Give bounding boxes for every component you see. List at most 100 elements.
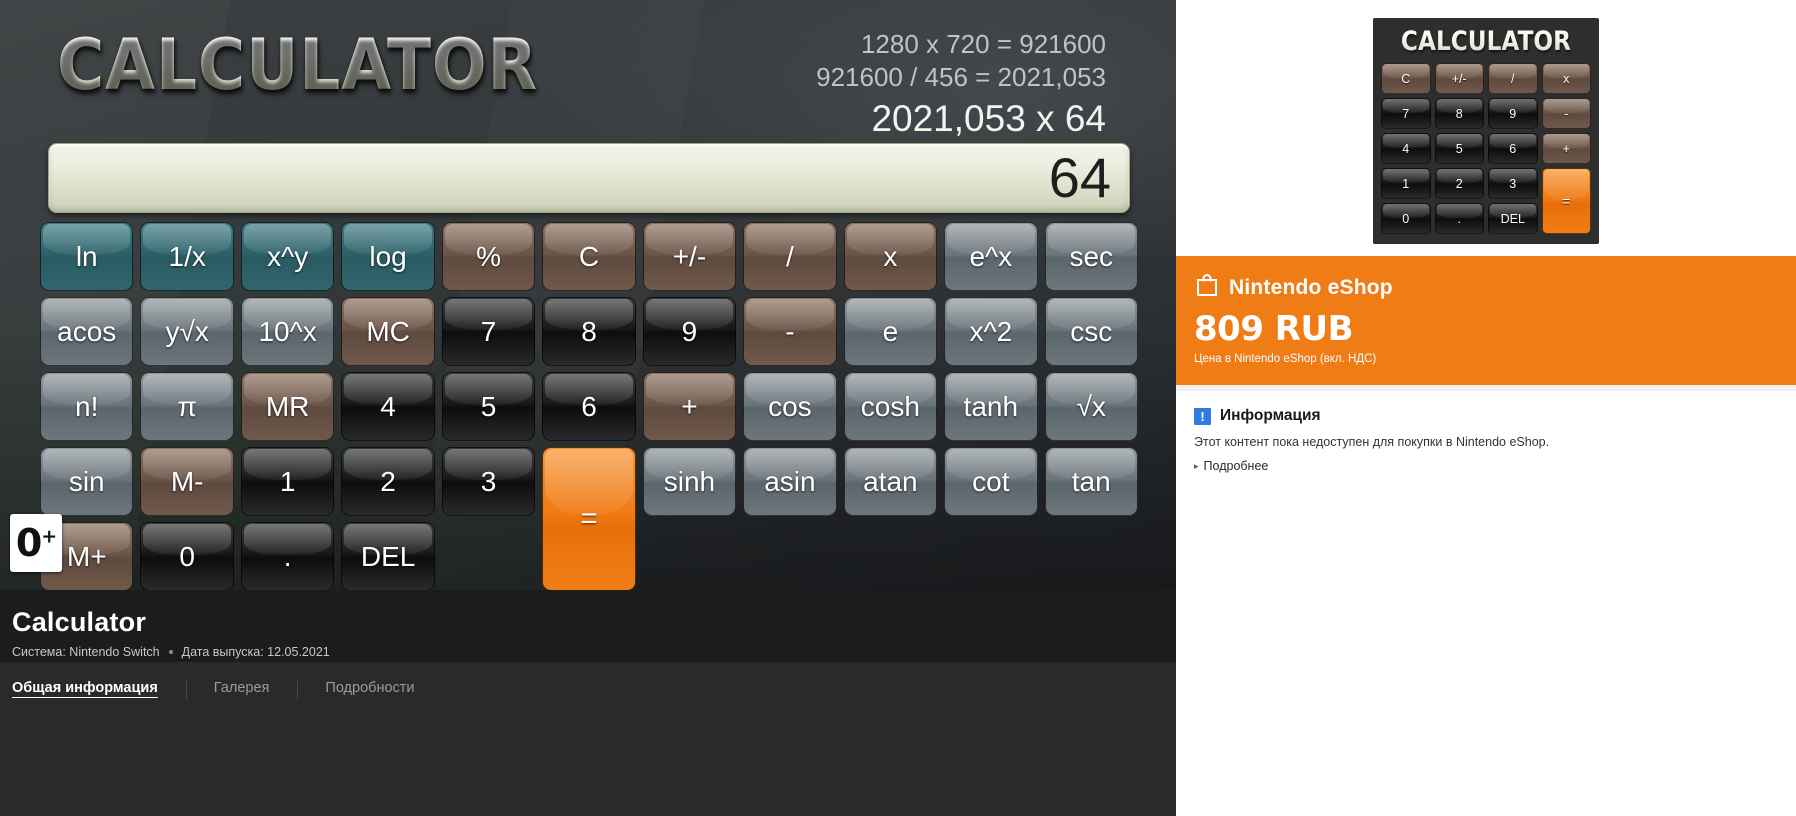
calc-key[interactable]: 7: [441, 297, 536, 366]
boxart-key: 3: [1488, 168, 1538, 199]
calc-key[interactable]: 8: [542, 297, 636, 366]
calc-key[interactable]: 2: [341, 447, 435, 516]
calc-key[interactable]: e: [843, 297, 938, 366]
calc-key[interactable]: +: [642, 372, 737, 441]
tab-2[interactable]: Подробности: [297, 680, 442, 704]
calc-key[interactable]: DEL: [341, 522, 435, 590]
information-text: Этот контент пока недоступен для покупки…: [1194, 435, 1550, 449]
calc-history-line-2: 921600 / 456 = 2021,053: [816, 62, 1106, 92]
calc-key[interactable]: ln: [40, 222, 134, 291]
boxart-key: +/-: [1434, 63, 1484, 94]
information-title: Информация: [1220, 407, 1321, 424]
calc-key[interactable]: csc: [1044, 297, 1138, 366]
boxart-key: .: [1434, 203, 1484, 234]
calculator-display-value: 64: [1048, 146, 1111, 209]
information-card: ! Информация Этот контент пока недоступе…: [1176, 391, 1796, 491]
page-root: CALCULATOR 1280 x 720 = 921600 921600 / …: [0, 0, 1796, 816]
boxart-key: =: [1541, 168, 1591, 234]
calc-history-line-1: 1280 x 720 = 921600: [860, 29, 1106, 59]
boxart-container: CALCULATOR C +/- / x 7 8 9- 4 5 6 +1 2 3 = 0. DEL: [1176, 0, 1796, 256]
calc-key[interactable]: 3: [441, 447, 536, 516]
age-rating-value: 0+: [15, 521, 57, 565]
calc-key[interactable]: M-: [140, 447, 234, 516]
calc-key[interactable]: acos: [40, 297, 134, 366]
eshop-brand-label: Nintendo eShop: [1229, 275, 1393, 299]
calc-key[interactable]: 1: [240, 447, 335, 516]
page-title: Calculator: [12, 607, 147, 637]
calc-key[interactable]: 5: [441, 372, 536, 441]
calc-key[interactable]: 4: [341, 372, 435, 441]
calc-key[interactable]: asin: [743, 447, 837, 516]
boxart-logo-text: CALCULATOR: [1396, 26, 1577, 57]
calc-key[interactable]: C: [542, 222, 636, 291]
calculator-keypad: ln 1/x x^y log% C +/- / x e^x sec acos y√x 10^x MC 7 8 9…: [40, 222, 1138, 590]
boxart-key: +: [1541, 133, 1591, 164]
calc-key[interactable]: sin: [40, 447, 134, 516]
calc-key[interactable]: cot: [944, 447, 1038, 516]
product-release-date: Дата выпуска: 12.05.2021: [181, 645, 330, 660]
calc-key[interactable]: log: [341, 222, 435, 291]
boxart-key: /: [1488, 63, 1538, 94]
calc-key[interactable]: atan: [843, 447, 938, 516]
calc-key[interactable]: √x: [1044, 372, 1138, 441]
boxart-image: CALCULATOR C +/- / x 7 8 9- 4 5 6 +1 2 3 = 0. DEL: [1373, 18, 1599, 244]
tab-0[interactable]: Общая информация: [12, 680, 186, 704]
calc-key[interactable]: 10^x: [240, 297, 335, 366]
boxart-keypad: C +/- / x 7 8 9- 4 5 6 +1 2 3 = 0. DEL: [1381, 63, 1591, 234]
main-content-column: CALCULATOR 1280 x 720 = 921600 921600 / …: [0, 0, 1176, 816]
calc-key[interactable]: 0: [140, 522, 234, 590]
calc-key[interactable]: π: [140, 372, 234, 441]
calc-key[interactable]: cosh: [843, 372, 938, 441]
calc-key[interactable]: cos: [743, 372, 837, 441]
calc-key[interactable]: =: [542, 447, 636, 590]
calc-key[interactable]: MR: [240, 372, 335, 441]
calc-key[interactable]: 1/x: [140, 222, 234, 291]
information-header: ! Информация: [1194, 407, 1778, 425]
calc-key[interactable]: tanh: [944, 372, 1038, 441]
calc-key[interactable]: sec: [1044, 222, 1138, 291]
calc-key[interactable]: tan: [1044, 447, 1138, 516]
calc-key[interactable]: sinh: [642, 447, 737, 516]
product-system: Система: Nintendo Switch: [12, 645, 160, 660]
calc-key[interactable]: 9: [642, 297, 737, 366]
calc-key[interactable]: x^2: [944, 297, 1038, 366]
calc-key[interactable]: e^x: [944, 222, 1038, 291]
boxart-key: 0: [1381, 203, 1431, 234]
shopping-bag-icon: [1194, 272, 1220, 303]
boxart-key: 5: [1434, 133, 1484, 164]
hero-calculator-logo: CALCULATOR: [57, 24, 539, 106]
eshop-brand-row: Nintendo eShop: [1194, 272, 1778, 303]
calc-key[interactable]: MC: [341, 297, 435, 366]
calc-key[interactable]: y√x: [140, 297, 234, 366]
calc-key[interactable]: n!: [40, 372, 134, 441]
calc-key[interactable]: 6: [542, 372, 636, 441]
price-banner: Nintendo eShop 809 RUB Цена в Nintendo e…: [1176, 256, 1796, 385]
sidebar-column: CALCULATOR C +/- / x 7 8 9- 4 5 6 +1 2 3 = 0. DEL Ninte…: [1176, 0, 1796, 816]
calc-key[interactable]: %: [441, 222, 536, 291]
price-amount: 809 RUB: [1194, 309, 1354, 349]
calc-key[interactable]: +/-: [642, 222, 737, 291]
chevron-right-icon: ▸: [1194, 460, 1199, 471]
calc-key[interactable]: x^y: [240, 222, 335, 291]
read-more-link[interactable]: ▸ Подробнее: [1194, 459, 1778, 473]
boxart-key: 1: [1381, 168, 1431, 199]
calc-key[interactable]: .: [240, 522, 335, 590]
boxart-key: 9: [1488, 98, 1538, 129]
hero-calculation-history: 1280 x 720 = 921600 921600 / 456 = 2021,…: [816, 28, 1106, 142]
calc-history-line-3: 2021,053 x 64: [871, 98, 1106, 139]
price-note: Цена в Nintendo eShop (вкл. НДС): [1194, 353, 1377, 365]
content-tabs: Общая информация Галерея Подробности: [0, 662, 1176, 816]
calc-key[interactable]: /: [743, 222, 837, 291]
exclamation-icon: !: [1194, 407, 1211, 425]
calc-key[interactable]: -: [743, 297, 837, 366]
boxart-key: 2: [1434, 168, 1484, 199]
tab-1[interactable]: Галерея: [185, 680, 298, 704]
calculator-display: 64: [48, 143, 1130, 213]
age-rating-badge: 0+: [10, 514, 62, 572]
boxart-key: -: [1541, 98, 1591, 129]
calc-key[interactable]: x: [843, 222, 938, 291]
boxart-key: DEL: [1488, 203, 1538, 234]
boxart-key: 8: [1434, 98, 1484, 129]
product-title-block: Calculator Система: Nintendo Switch Дата…: [0, 590, 1176, 662]
boxart-key: 4: [1381, 133, 1431, 164]
